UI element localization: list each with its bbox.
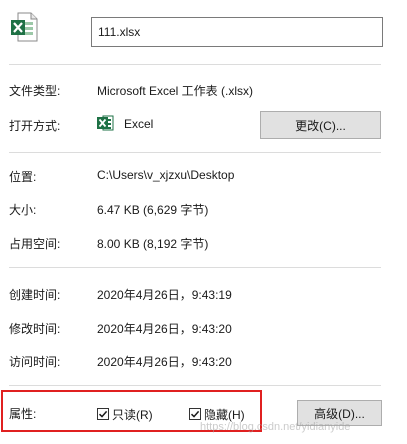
modified-value: 2020年4月26日，9:43:20 xyxy=(97,322,232,336)
accessed-value: 2020年4月26日，9:43:20 xyxy=(97,355,232,369)
size-on-disk-label: 占用空间: xyxy=(9,237,61,251)
size-value: 6.47 KB (6,629 字节) xyxy=(97,203,209,217)
excel-app-icon xyxy=(96,114,114,132)
file-type-value: Microsoft Excel 工作表 (.xlsx) xyxy=(97,84,254,98)
excel-file-icon xyxy=(10,12,38,42)
accessed-label: 访问时间: xyxy=(9,355,61,369)
created-label: 创建时间: xyxy=(9,288,61,302)
modified-label: 修改时间: xyxy=(9,322,61,336)
divider xyxy=(9,385,381,386)
location-value: C:\Users\v_xjzxu\Desktop xyxy=(97,168,235,182)
created-value: 2020年4月26日，9:43:19 xyxy=(97,288,232,302)
divider xyxy=(9,152,381,153)
divider xyxy=(9,64,381,65)
divider xyxy=(9,267,381,268)
opens-with-label: 打开方式: xyxy=(9,119,61,133)
watermark-text: https://blog.csdn.net/yidianyide xyxy=(200,421,351,433)
file-name-input[interactable] xyxy=(91,17,383,47)
size-on-disk-value: 8.00 KB (8,192 字节) xyxy=(97,237,209,251)
location-label: 位置: xyxy=(9,170,37,184)
opens-with-app: Excel xyxy=(124,117,154,131)
size-label: 大小: xyxy=(9,203,37,217)
change-button[interactable]: 更改(C)... xyxy=(260,111,381,139)
file-type-label: 文件类型: xyxy=(9,84,61,98)
